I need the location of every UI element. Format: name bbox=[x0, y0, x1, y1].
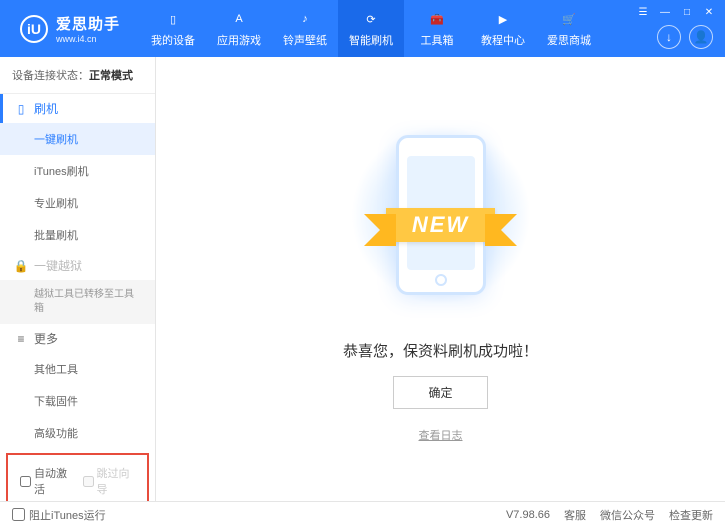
app-title: 爱思助手 bbox=[56, 13, 120, 34]
nav-tab-2[interactable]: ♪铃声壁纸 bbox=[272, 0, 338, 57]
sidebar-section-more[interactable]: ≡ 更多 bbox=[0, 324, 155, 353]
minimize-icon[interactable]: — bbox=[657, 4, 673, 20]
sidebar-section-jailbreak: 🔒 一键越狱 bbox=[0, 251, 155, 280]
app-header: iU 爱思助手 www.i4.cn ▯我的设备A应用游戏♪铃声壁纸⟳智能刷机🧰工… bbox=[0, 0, 725, 57]
sidebar-item-more-2[interactable]: 高级功能 bbox=[0, 417, 155, 449]
nav-icon-2: ♪ bbox=[295, 9, 315, 29]
block-itunes-checkbox[interactable]: 阻止iTunes运行 bbox=[12, 507, 106, 523]
close-icon[interactable]: ✕ bbox=[701, 4, 717, 20]
logo-area: iU 爱思助手 www.i4.cn bbox=[0, 0, 140, 57]
nav-tab-4[interactable]: 🧰工具箱 bbox=[404, 0, 470, 57]
view-log-link[interactable]: 查看日志 bbox=[419, 427, 463, 443]
nav-icon-5: ▶ bbox=[493, 9, 513, 29]
jailbreak-note: 越狱工具已转移至工具箱 bbox=[0, 280, 155, 324]
success-illustration: NEW bbox=[351, 115, 531, 315]
skip-setup-checkbox[interactable]: 跳过向导 bbox=[83, 465, 136, 497]
sidebar-item-more-0[interactable]: 其他工具 bbox=[0, 353, 155, 385]
menu-icon[interactable]: ☰ bbox=[635, 4, 651, 20]
nav-icon-4: 🧰 bbox=[427, 9, 447, 29]
nav-tab-5[interactable]: ▶教程中心 bbox=[470, 0, 536, 57]
footer: 阻止iTunes运行 V7.98.66 客服 微信公众号 检查更新 bbox=[0, 501, 725, 527]
version-label: V7.98.66 bbox=[506, 509, 550, 521]
nav-icon-3: ⟳ bbox=[361, 9, 381, 29]
nav-tab-6[interactable]: 🛒爱思商城 bbox=[536, 0, 602, 57]
footer-link-support[interactable]: 客服 bbox=[564, 507, 586, 523]
download-icon[interactable]: ↓ bbox=[657, 25, 681, 49]
nav-icon-1: A bbox=[229, 9, 249, 29]
window-controls: ☰ — □ ✕ bbox=[635, 4, 717, 20]
main-content: NEW 恭喜您，保资料刷机成功啦！ 确定 查看日志 bbox=[156, 57, 725, 501]
logo-icon: iU bbox=[20, 15, 48, 43]
app-url: www.i4.cn bbox=[56, 34, 120, 44]
nav-tabs: ▯我的设备A应用游戏♪铃声壁纸⟳智能刷机🧰工具箱▶教程中心🛒爱思商城 bbox=[140, 0, 602, 57]
nav-tab-1[interactable]: A应用游戏 bbox=[206, 0, 272, 57]
nav-icon-0: ▯ bbox=[163, 9, 183, 29]
new-ribbon: NEW bbox=[386, 208, 495, 242]
maximize-icon[interactable]: □ bbox=[679, 4, 695, 20]
ok-button[interactable]: 确定 bbox=[393, 376, 487, 409]
lock-icon: 🔒 bbox=[14, 259, 28, 273]
connection-status: 设备连接状态：正常模式 bbox=[0, 57, 155, 94]
user-icon[interactable]: 👤 bbox=[689, 25, 713, 49]
sidebar-section-flash[interactable]: ▯ 刷机 bbox=[0, 94, 155, 123]
footer-link-update[interactable]: 检查更新 bbox=[669, 507, 713, 523]
nav-tab-0[interactable]: ▯我的设备 bbox=[140, 0, 206, 57]
auto-activate-checkbox[interactable]: 自动激活 bbox=[20, 465, 73, 497]
sidebar-item-flash-0[interactable]: 一键刷机 bbox=[0, 123, 155, 155]
activation-options: 自动激活 跳过向导 bbox=[6, 453, 149, 501]
sidebar-item-more-1[interactable]: 下载固件 bbox=[0, 385, 155, 417]
nav-icon-6: 🛒 bbox=[559, 9, 579, 29]
sidebar: 设备连接状态：正常模式 ▯ 刷机 一键刷机iTunes刷机专业刷机批量刷机 🔒 … bbox=[0, 57, 156, 501]
footer-link-wechat[interactable]: 微信公众号 bbox=[600, 507, 655, 523]
list-icon: ≡ bbox=[14, 332, 28, 346]
sidebar-item-flash-2[interactable]: 专业刷机 bbox=[0, 187, 155, 219]
phone-icon: ▯ bbox=[14, 102, 28, 116]
sidebar-item-flash-3[interactable]: 批量刷机 bbox=[0, 219, 155, 251]
nav-tab-3[interactable]: ⟳智能刷机 bbox=[338, 0, 404, 57]
sidebar-item-flash-1[interactable]: iTunes刷机 bbox=[0, 155, 155, 187]
success-message: 恭喜您，保资料刷机成功啦！ bbox=[343, 340, 538, 361]
